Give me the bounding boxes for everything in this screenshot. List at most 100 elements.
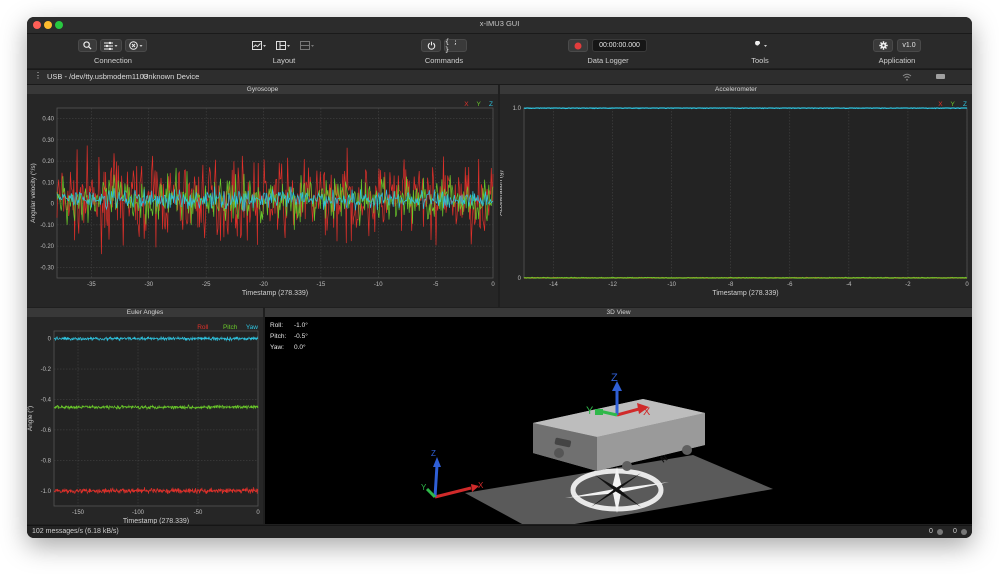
x-tick-label: -100 [132, 510, 145, 516]
sliders-icon [104, 41, 118, 50]
y-axis-label: Angle (°) [27, 406, 34, 431]
world-y-label: Y [421, 483, 427, 492]
yaw-label: Yaw: [270, 344, 284, 351]
y-tick-label: -0.30 [40, 265, 54, 271]
status-circle-icon [937, 529, 943, 535]
device-name: Unknown Device [143, 72, 200, 81]
x-tick-label: -10 [667, 282, 676, 288]
app-window: x-IMU3 GUI Connection Layout {;} Comma… [27, 17, 972, 538]
world-axes: X Z Y [421, 449, 484, 499]
wifi-icon [902, 73, 912, 81]
logger-timer: 00:00:00.000 [592, 39, 647, 52]
x-tick-label: 0 [965, 282, 969, 288]
tools-menu-button[interactable] [748, 39, 772, 52]
layout-arrange-button[interactable] [273, 39, 294, 52]
x-axis-label: Timestamp (278.339) [242, 290, 308, 297]
layout-split-button[interactable] [297, 39, 318, 52]
tools-label: Tools [751, 56, 769, 65]
x-tick-label: -35 [87, 282, 96, 288]
connection-label: Connection [94, 56, 132, 65]
power-button[interactable] [421, 39, 441, 52]
x-tick-label: 0 [491, 282, 495, 288]
add-graph-button[interactable] [249, 39, 270, 52]
search-icon [83, 41, 92, 50]
x-tick-label: -150 [72, 510, 85, 516]
y-tick-label: -1.0 [41, 489, 52, 495]
x-tick-label: -30 [144, 282, 153, 288]
gyroscope-chart[interactable]: -35 -30 -25 -20 -15 -10 -5 0 0.40 0.30 0.20 0.10 0 -0… [27, 94, 498, 307]
y-tick-label: -0.20 [40, 244, 54, 250]
status-circle-icon-2 [961, 529, 967, 535]
x-tick-label: -2 [905, 282, 911, 288]
3d-view-panel: 3D View Roll: -1.0° Pitch: -0.5° Yaw: 0.… [265, 308, 972, 524]
tools-group: Tools [743, 37, 777, 67]
x-tick-label: -4 [846, 282, 852, 288]
connection-port: USB - /dev/tty.usbmodem1103 [47, 72, 149, 81]
euler-angles-title: Euler Angles [27, 308, 263, 317]
y-tick-label: 0.10 [42, 180, 54, 186]
plot-area [53, 330, 259, 507]
send-command-button[interactable]: { ; } [444, 38, 467, 54]
world-z-label: Z [431, 449, 436, 458]
legend-z: Z [963, 101, 967, 108]
x-tick-label: -50 [194, 510, 203, 516]
euler-angles-panel: Euler Angles -150 -100 -50 0 0 -0.2 -0.4 -0.6 -0… [27, 308, 263, 524]
y-axis-label: Acceleration (g) [500, 170, 504, 216]
x-tick-label: -6 [787, 282, 793, 288]
x-tick-label: -8 [728, 282, 734, 288]
yaw-value: 0.0° [294, 343, 306, 351]
status-count-a: 0 [929, 528, 933, 535]
y-tick-label: 0.40 [42, 117, 54, 123]
device-axes: X Z Y [586, 372, 651, 418]
world-x-label: X [478, 481, 484, 490]
connection-settings-button[interactable] [100, 39, 122, 52]
y-tick-label: 0 [518, 276, 522, 282]
status-count-b: 0 [953, 528, 957, 535]
layout-grid-icon [276, 41, 290, 50]
y-tick-label: -0.10 [40, 223, 54, 229]
y-tick-label: 0 [48, 337, 52, 343]
accelerometer-panel: Accelerometer -14 -12 -10 -8 -6 -4 -2 0 1.0 0 Time… [500, 85, 972, 307]
close-circle-icon [129, 41, 143, 50]
y-tick-label: 0.20 [42, 159, 54, 165]
roll-label: Roll: [270, 322, 283, 329]
y-axis-label: Angular velocity (°/s) [29, 163, 37, 223]
version-button[interactable]: v1.0 [897, 39, 921, 52]
battery-icon [936, 74, 945, 79]
x-tick-label: -12 [608, 282, 617, 288]
window-title: x-IMU3 GUI [479, 19, 520, 28]
device-x-label: X [643, 406, 651, 418]
3d-view-scene[interactable]: Roll: -1.0° Pitch: -0.5° Yaw: 0.0° N X Z… [265, 317, 972, 524]
roll-value: -1.0° [294, 321, 308, 329]
accelerometer-chart[interactable]: -14 -12 -10 -8 -6 -4 -2 0 1.0 0 Timestamp (278.339… [500, 94, 972, 307]
x-tick-label: -14 [549, 282, 558, 288]
series-y-line [523, 276, 967, 279]
x-tick-label: -20 [259, 282, 268, 288]
accelerometer-title: Accelerometer [500, 85, 972, 94]
disconnect-button[interactable] [125, 39, 147, 52]
search-button[interactable] [78, 39, 97, 52]
plot-area [523, 107, 968, 279]
y-tick-label: 1.0 [513, 106, 522, 112]
legend-z: Z [489, 101, 493, 108]
y-tick-label: -0.4 [41, 397, 52, 403]
3d-view-title: 3D View [265, 308, 972, 317]
x-tick-label: 0 [256, 510, 260, 516]
legend-yaw: Yaw [246, 324, 258, 331]
graph-window-icon [252, 41, 266, 50]
kebab-menu-icon[interactable]: ⋮ [34, 71, 42, 80]
gyroscope-title: Gyroscope [27, 85, 498, 94]
euler-angles-chart[interactable]: -150 -100 -50 0 0 -0.2 -0.4 -0.6 -0.8 -1.0 Timesta… [27, 317, 263, 524]
device-y-label: Y [586, 405, 594, 417]
settings-button[interactable] [873, 39, 893, 52]
power-icon [427, 41, 435, 50]
data-logger-group: 00:00:00.000 Data Logger [567, 37, 649, 67]
x-tick-label: -15 [317, 282, 326, 288]
message-rate: 102 messages/s (6.18 kB/s) [32, 528, 119, 535]
commands-group: { ; } Commands [419, 37, 469, 67]
legend-x: X [464, 101, 469, 108]
y-tick-label: -0.6 [41, 428, 52, 434]
legend-roll: Roll [197, 324, 209, 331]
pitch-label: Pitch: [270, 333, 286, 340]
record-button[interactable] [568, 39, 588, 52]
